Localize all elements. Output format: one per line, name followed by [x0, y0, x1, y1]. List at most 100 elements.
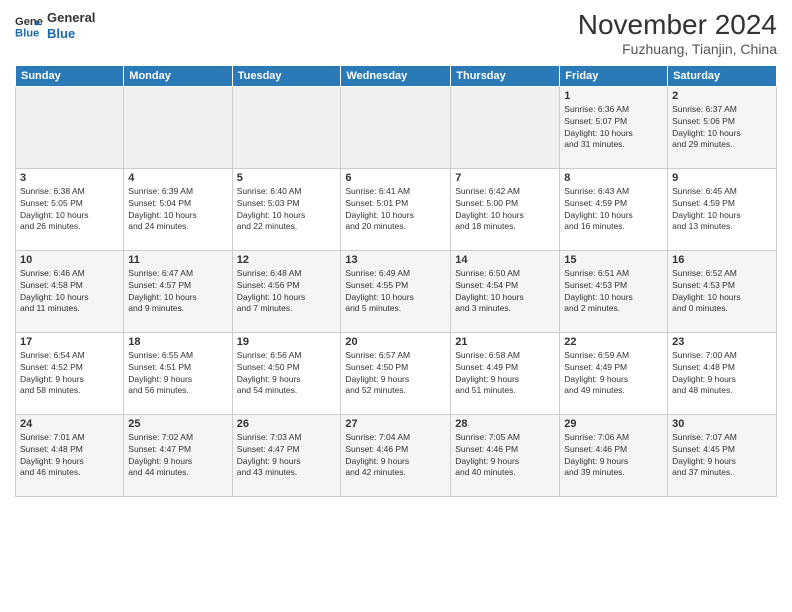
calendar-day-cell: 6 Sunrise: 6:41 AM Sunset: 5:01 PM Daylig… — [341, 168, 451, 250]
day-number: 27 — [345, 418, 446, 430]
day-info: Sunrise: 6:59 AM Sunset: 4:49 PM Dayligh… — [564, 350, 663, 398]
day-number: 6 — [345, 172, 446, 184]
day-number: 23 — [672, 336, 772, 348]
calendar-day-cell: 2 Sunrise: 6:37 AM Sunset: 5:06 PM Daylig… — [668, 86, 777, 168]
calendar-day-cell — [232, 86, 341, 168]
day-number: 16 — [672, 254, 772, 266]
day-number: 8 — [564, 172, 663, 184]
day-number: 18 — [128, 336, 227, 348]
logo: General Blue General Blue — [15, 10, 95, 41]
day-info: Sunrise: 6:52 AM Sunset: 4:53 PM Dayligh… — [672, 268, 772, 316]
header: General Blue General Blue November 2024 … — [15, 10, 777, 57]
calendar-day-cell: 27 Sunrise: 7:04 AM Sunset: 4:46 PM Dayli… — [341, 414, 451, 496]
day-number: 15 — [564, 254, 663, 266]
calendar-week-row: 10 Sunrise: 6:46 AM Sunset: 4:58 PM Dayli… — [16, 250, 777, 332]
day-number: 10 — [20, 254, 119, 266]
calendar-day-cell: 1 Sunrise: 6:36 AM Sunset: 5:07 PM Daylig… — [560, 86, 668, 168]
day-info: Sunrise: 6:49 AM Sunset: 4:55 PM Dayligh… — [345, 268, 446, 316]
day-info: Sunrise: 6:46 AM Sunset: 4:58 PM Dayligh… — [20, 268, 119, 316]
weekday-header: Monday — [124, 65, 232, 86]
calendar-week-row: 17 Sunrise: 6:54 AM Sunset: 4:52 PM Dayli… — [16, 332, 777, 414]
day-info: Sunrise: 6:48 AM Sunset: 4:56 PM Dayligh… — [237, 268, 337, 316]
calendar-day-cell — [451, 86, 560, 168]
day-info: Sunrise: 6:37 AM Sunset: 5:06 PM Dayligh… — [672, 104, 772, 152]
calendar-day-cell: 19 Sunrise: 6:56 AM Sunset: 4:50 PM Dayli… — [232, 332, 341, 414]
day-info: Sunrise: 6:40 AM Sunset: 5:03 PM Dayligh… — [237, 186, 337, 234]
calendar-day-cell: 29 Sunrise: 7:06 AM Sunset: 4:46 PM Dayli… — [560, 414, 668, 496]
calendar-day-cell: 10 Sunrise: 6:46 AM Sunset: 4:58 PM Dayli… — [16, 250, 124, 332]
day-info: Sunrise: 6:42 AM Sunset: 5:00 PM Dayligh… — [455, 186, 555, 234]
calendar-day-cell: 26 Sunrise: 7:03 AM Sunset: 4:47 PM Dayli… — [232, 414, 341, 496]
calendar-week-row: 1 Sunrise: 6:36 AM Sunset: 5:07 PM Daylig… — [16, 86, 777, 168]
title-block: November 2024 Fuzhuang, Tianjin, China — [578, 10, 777, 57]
calendar-day-cell: 8 Sunrise: 6:43 AM Sunset: 4:59 PM Daylig… — [560, 168, 668, 250]
day-info: Sunrise: 6:56 AM Sunset: 4:50 PM Dayligh… — [237, 350, 337, 398]
day-info: Sunrise: 6:41 AM Sunset: 5:01 PM Dayligh… — [345, 186, 446, 234]
day-number: 21 — [455, 336, 555, 348]
calendar-day-cell: 5Sunrise: 6:40 AM Sunset: 5:03 PM Daylig… — [232, 168, 341, 250]
day-info: Sunrise: 7:01 AM Sunset: 4:48 PM Dayligh… — [20, 432, 119, 480]
calendar-title: November 2024 — [578, 10, 777, 41]
day-info: Sunrise: 6:54 AM Sunset: 4:52 PM Dayligh… — [20, 350, 119, 398]
calendar-week-row: 3Sunrise: 6:38 AM Sunset: 5:05 PM Daylig… — [16, 168, 777, 250]
calendar-day-cell: 23 Sunrise: 7:00 AM Sunset: 4:48 PM Dayli… — [668, 332, 777, 414]
day-number: 13 — [345, 254, 446, 266]
day-number: 12 — [237, 254, 337, 266]
day-number: 28 — [455, 418, 555, 430]
calendar-day-cell — [341, 86, 451, 168]
svg-text:Blue: Blue — [15, 27, 39, 39]
day-number: 7 — [455, 172, 555, 184]
calendar-subtitle: Fuzhuang, Tianjin, China — [578, 41, 777, 57]
weekday-header: Saturday — [668, 65, 777, 86]
calendar-day-cell: 4Sunrise: 6:39 AM Sunset: 5:04 PM Daylig… — [124, 168, 232, 250]
calendar-day-cell: 30Sunrise: 7:07 AM Sunset: 4:45 PM Dayli… — [668, 414, 777, 496]
weekday-header: Thursday — [451, 65, 560, 86]
weekday-header: Wednesday — [341, 65, 451, 86]
day-number: 2 — [672, 90, 772, 102]
weekday-header: Tuesday — [232, 65, 341, 86]
day-info: Sunrise: 7:00 AM Sunset: 4:48 PM Dayligh… — [672, 350, 772, 398]
day-info: Sunrise: 6:38 AM Sunset: 5:05 PM Dayligh… — [20, 186, 119, 234]
calendar-day-cell: 13 Sunrise: 6:49 AM Sunset: 4:55 PM Dayli… — [341, 250, 451, 332]
day-number: 17 — [20, 336, 119, 348]
calendar-day-cell: 15 Sunrise: 6:51 AM Sunset: 4:53 PM Dayli… — [560, 250, 668, 332]
calendar-day-cell — [124, 86, 232, 168]
day-number: 22 — [564, 336, 663, 348]
calendar-day-cell: 3Sunrise: 6:38 AM Sunset: 5:05 PM Daylig… — [16, 168, 124, 250]
calendar-day-cell: 9Sunrise: 6:45 AM Sunset: 4:59 PM Daylig… — [668, 168, 777, 250]
calendar-day-cell — [16, 86, 124, 168]
day-number: 26 — [237, 418, 337, 430]
day-info: Sunrise: 7:05 AM Sunset: 4:46 PM Dayligh… — [455, 432, 555, 480]
calendar-day-cell: 24Sunrise: 7:01 AM Sunset: 4:48 PM Dayli… — [16, 414, 124, 496]
calendar-table: SundayMondayTuesdayWednesdayThursdayFrid… — [15, 65, 777, 497]
day-info: Sunrise: 6:50 AM Sunset: 4:54 PM Dayligh… — [455, 268, 555, 316]
calendar-day-cell: 14Sunrise: 6:50 AM Sunset: 4:54 PM Dayli… — [451, 250, 560, 332]
calendar-day-cell: 11Sunrise: 6:47 AM Sunset: 4:57 PM Dayli… — [124, 250, 232, 332]
calendar-week-row: 24Sunrise: 7:01 AM Sunset: 4:48 PM Dayli… — [16, 414, 777, 496]
day-info: Sunrise: 6:51 AM Sunset: 4:53 PM Dayligh… — [564, 268, 663, 316]
day-info: Sunrise: 6:36 AM Sunset: 5:07 PM Dayligh… — [564, 104, 663, 152]
day-info: Sunrise: 6:43 AM Sunset: 4:59 PM Dayligh… — [564, 186, 663, 234]
day-number: 1 — [564, 90, 663, 102]
day-number: 20 — [345, 336, 446, 348]
calendar-day-cell: 25Sunrise: 7:02 AM Sunset: 4:47 PM Dayli… — [124, 414, 232, 496]
calendar-day-cell: 21Sunrise: 6:58 AM Sunset: 4:49 PM Dayli… — [451, 332, 560, 414]
calendar-day-cell: 22 Sunrise: 6:59 AM Sunset: 4:49 PM Dayli… — [560, 332, 668, 414]
page: General Blue General Blue November 2024 … — [0, 0, 792, 612]
calendar-day-cell: 20 Sunrise: 6:57 AM Sunset: 4:50 PM Dayli… — [341, 332, 451, 414]
calendar-header: SundayMondayTuesdayWednesdayThursdayFrid… — [16, 65, 777, 86]
calendar-day-cell: 17 Sunrise: 6:54 AM Sunset: 4:52 PM Dayli… — [16, 332, 124, 414]
logo-icon: General Blue — [15, 12, 43, 40]
day-info: Sunrise: 6:55 AM Sunset: 4:51 PM Dayligh… — [128, 350, 227, 398]
day-number: 9 — [672, 172, 772, 184]
day-info: Sunrise: 7:03 AM Sunset: 4:47 PM Dayligh… — [237, 432, 337, 480]
day-number: 29 — [564, 418, 663, 430]
day-number: 11 — [128, 254, 227, 266]
day-info: Sunrise: 6:57 AM Sunset: 4:50 PM Dayligh… — [345, 350, 446, 398]
calendar-day-cell: 28 Sunrise: 7:05 AM Sunset: 4:46 PM Dayli… — [451, 414, 560, 496]
day-number: 19 — [237, 336, 337, 348]
day-info: Sunrise: 7:04 AM Sunset: 4:46 PM Dayligh… — [345, 432, 446, 480]
logo-line1: General — [47, 10, 95, 26]
calendar-day-cell: 7 Sunrise: 6:42 AM Sunset: 5:00 PM Daylig… — [451, 168, 560, 250]
day-info: Sunrise: 7:06 AM Sunset: 4:46 PM Dayligh… — [564, 432, 663, 480]
